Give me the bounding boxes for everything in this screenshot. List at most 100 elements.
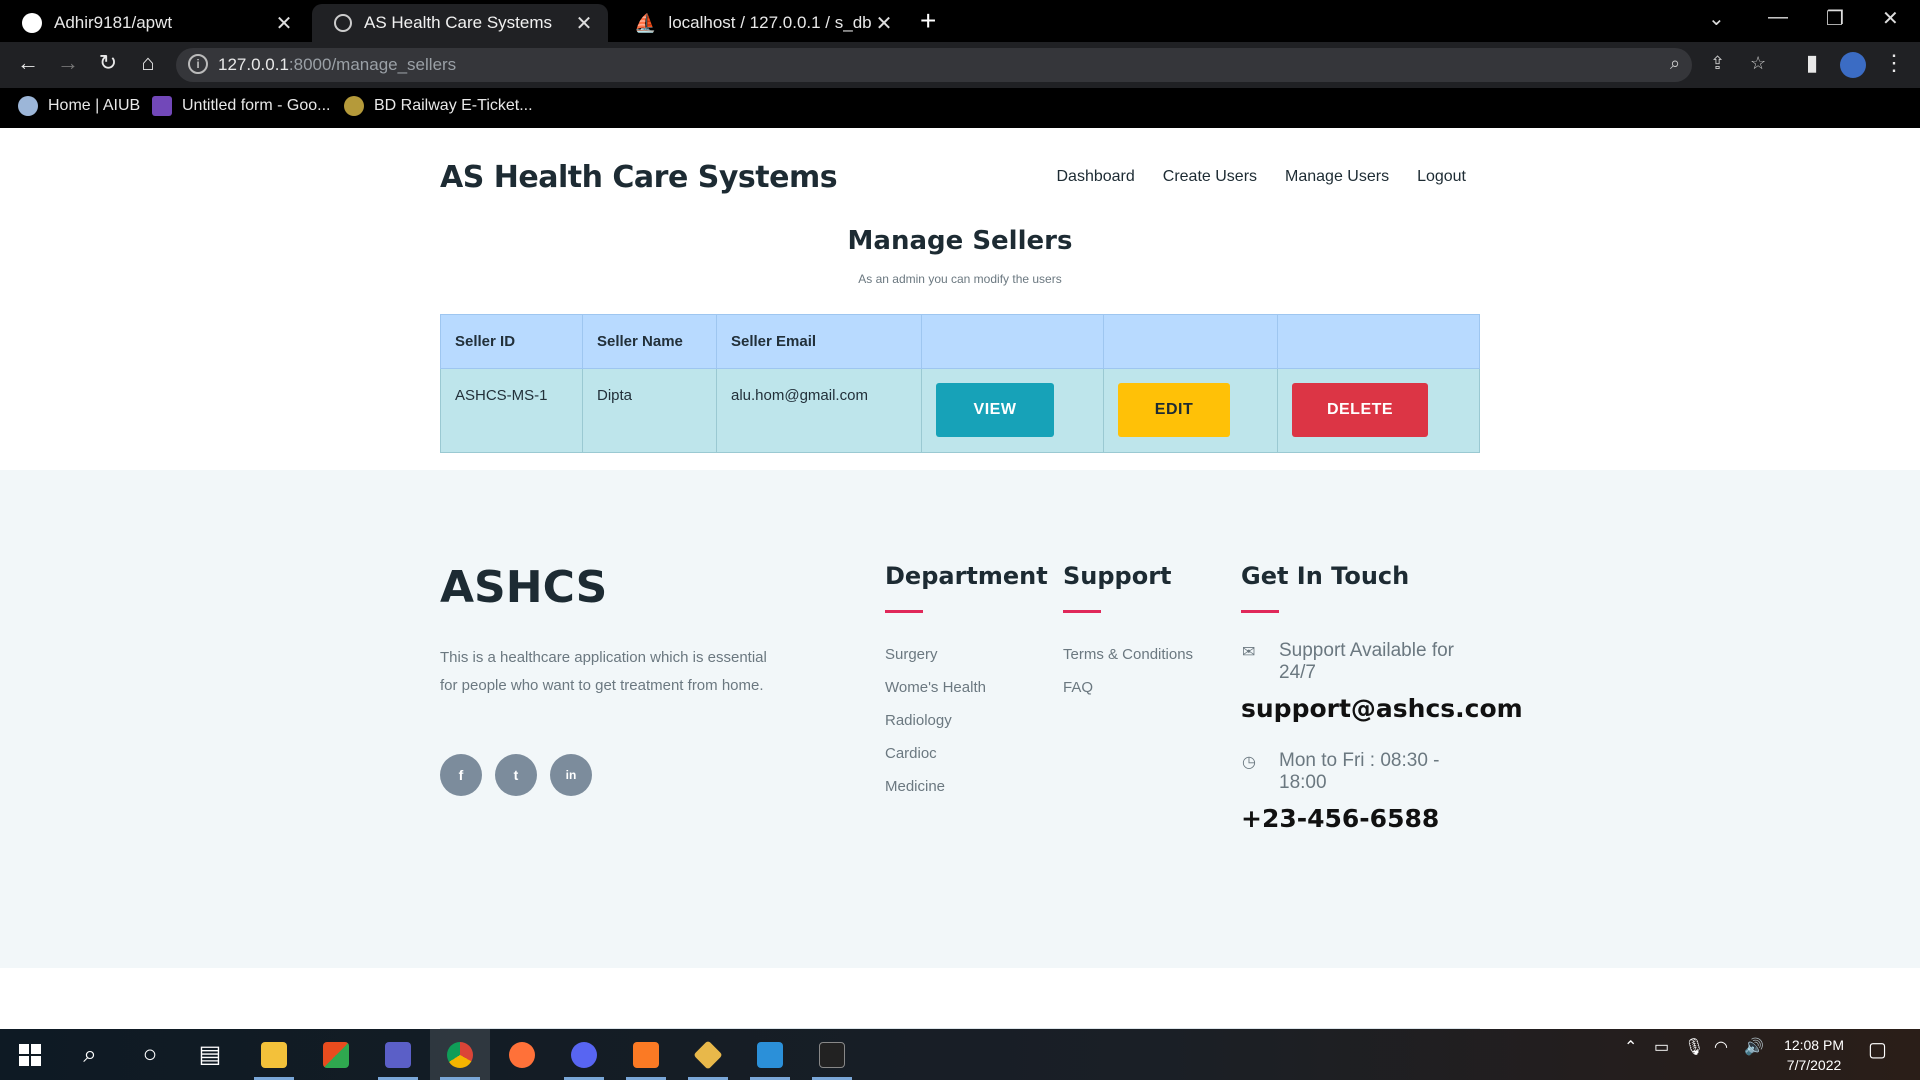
page-title: Manage Sellers bbox=[847, 226, 1073, 256]
col-seller-name: Seller Name bbox=[582, 314, 717, 369]
clock-icon: ◷ bbox=[1242, 754, 1256, 771]
chrome-icon[interactable] bbox=[430, 1029, 490, 1080]
restore-button[interactable]: ❐ bbox=[1826, 6, 1844, 31]
clock-time: 12:08 PM bbox=[1784, 1037, 1844, 1053]
cell-delete: DELETE bbox=[1277, 368, 1480, 453]
tab-title: AS Health Care Systems bbox=[364, 13, 553, 32]
support-links: Terms & Conditions FAQ bbox=[1063, 646, 1193, 712]
discord-icon[interactable] bbox=[554, 1029, 614, 1080]
tab-github[interactable]: Adhir9181/apwt ✕ bbox=[0, 4, 308, 42]
nav-create-users[interactable]: Create Users bbox=[1163, 168, 1257, 186]
bookmark-label: Untitled form - Goo... bbox=[182, 97, 331, 114]
footer-description: This is a healthcare application which i… bbox=[440, 649, 767, 694]
system-clock[interactable]: 12:08 PM 7/7/2022 bbox=[1784, 1035, 1844, 1075]
office-hours: Mon to Fri : 08:30 - 18:00 bbox=[1279, 750, 1440, 793]
bookmark-bd-railway[interactable]: BD Railway E-Ticket... bbox=[344, 96, 533, 116]
tab-search-icon[interactable]: ⌄ bbox=[1708, 6, 1725, 31]
cell-edit: EDIT bbox=[1103, 368, 1278, 453]
facebook-icon[interactable]: f bbox=[440, 754, 482, 796]
col-seller-email: Seller Email bbox=[716, 314, 922, 369]
reload-icon[interactable]: ↻ bbox=[94, 50, 122, 76]
department-title: Department bbox=[885, 562, 1048, 590]
profile-avatar[interactable] bbox=[1840, 52, 1866, 78]
tab-phpmyadmin[interactable]: ⛵ localhost / 127.0.0.1 / s_db / adm ✕ bbox=[612, 4, 908, 42]
close-icon[interactable]: ✕ bbox=[274, 11, 294, 36]
view-button[interactable]: VIEW bbox=[936, 383, 1054, 437]
tray-overflow-icon[interactable]: ⌃ bbox=[1624, 1037, 1637, 1057]
cortana-icon[interactable]: ○ bbox=[120, 1029, 180, 1080]
xampp-icon[interactable] bbox=[616, 1029, 676, 1080]
twitter-icon[interactable]: t bbox=[495, 754, 537, 796]
support-note: Support Available for 24/7 bbox=[1279, 640, 1454, 683]
back-icon[interactable]: ← bbox=[14, 50, 42, 76]
nav-manage-users[interactable]: Manage Users bbox=[1285, 168, 1389, 186]
bookmark-star-icon[interactable]: ☆ bbox=[1750, 53, 1766, 74]
web-page: AS Health Care Systems Dashboard Create … bbox=[0, 128, 1920, 1029]
git-icon[interactable] bbox=[678, 1029, 738, 1080]
site-info-icon[interactable]: i bbox=[188, 54, 208, 74]
contact-title: Get In Touch bbox=[1241, 562, 1410, 590]
link-medicine[interactable]: Medicine bbox=[885, 778, 986, 811]
department-links: Surgery Wome's Health Radiology Cardioc … bbox=[885, 646, 986, 811]
cell-seller-id: ASHCS-MS-1 bbox=[440, 368, 583, 453]
office-icon[interactable] bbox=[306, 1029, 366, 1080]
support-underline bbox=[1063, 610, 1101, 613]
link-cardioc[interactable]: Cardioc bbox=[885, 745, 986, 778]
address-bar[interactable]: i 127.0.0.1:8000/manage_sellers ⌕ ⇪ ☆ bbox=[176, 48, 1766, 82]
notification-icon[interactable]: ▢ bbox=[1868, 1037, 1887, 1062]
delete-button[interactable]: DELETE bbox=[1292, 383, 1428, 437]
home-icon[interactable]: ⌂ bbox=[134, 50, 162, 76]
tab-title: Adhir9181/apwt bbox=[54, 13, 173, 32]
bookmark-google-form[interactable]: Untitled form - Goo... bbox=[152, 96, 331, 116]
address-toolbar: ← → ↻ ⌂ i 127.0.0.1:8000/manage_sellers … bbox=[0, 42, 1920, 88]
teams-icon[interactable] bbox=[368, 1029, 428, 1080]
linkedin-icon[interactable]: in bbox=[550, 754, 592, 796]
wifi-icon[interactable]: ◠ bbox=[1714, 1037, 1728, 1057]
link-surgery[interactable]: Surgery bbox=[885, 646, 986, 679]
edit-button[interactable]: EDIT bbox=[1118, 383, 1230, 437]
nav-logout[interactable]: Logout bbox=[1417, 168, 1466, 186]
start-button[interactable] bbox=[0, 1029, 60, 1080]
bookmark-aiub[interactable]: Home | AIUB bbox=[18, 96, 140, 116]
link-faq[interactable]: FAQ bbox=[1063, 679, 1193, 712]
microphone-icon[interactable]: 🎙 bbox=[1684, 1037, 1704, 1057]
volume-icon[interactable]: 🔊 bbox=[1744, 1037, 1764, 1057]
tab-title: localhost / 127.0.0.1 / s_db / adm bbox=[668, 13, 874, 32]
task-view-icon[interactable]: ▤ bbox=[180, 1029, 240, 1080]
side-panel-icon[interactable]: ▮ bbox=[1798, 50, 1826, 76]
google-forms-icon bbox=[152, 96, 172, 116]
share-icon[interactable]: ⇪ bbox=[1710, 53, 1725, 74]
railway-icon bbox=[344, 96, 364, 116]
phpmyadmin-icon: ⛵ bbox=[634, 12, 657, 33]
close-icon[interactable]: ✕ bbox=[574, 11, 594, 36]
support-phone[interactable]: +23-456-6588 bbox=[1241, 804, 1439, 833]
tab-as-health-care[interactable]: AS Health Care Systems ✕ bbox=[312, 4, 608, 42]
main-nav: Dashboard Create Users Manage Users Logo… bbox=[1056, 168, 1466, 186]
file-explorer-icon[interactable] bbox=[244, 1029, 304, 1080]
zoom-icon[interactable]: ⌕ bbox=[1670, 53, 1680, 74]
site-footer: ASHCS This is a healthcare application w… bbox=[0, 470, 1920, 1029]
forward-icon[interactable]: → bbox=[54, 50, 82, 76]
url-text: 127.0.0.1:8000/manage_sellers bbox=[218, 55, 456, 75]
col-seller-id: Seller ID bbox=[440, 314, 583, 369]
menu-icon[interactable]: ⋮ bbox=[1880, 50, 1908, 76]
terminal-icon[interactable] bbox=[802, 1029, 862, 1080]
link-womens-health[interactable]: Wome's Health bbox=[885, 679, 986, 712]
vscode-icon[interactable] bbox=[740, 1029, 800, 1080]
link-terms[interactable]: Terms & Conditions bbox=[1063, 646, 1193, 679]
clock-date: 7/7/2022 bbox=[1786, 1057, 1842, 1073]
firefox-icon[interactable] bbox=[492, 1029, 552, 1080]
close-icon[interactable]: ✕ bbox=[874, 11, 894, 36]
link-radiology[interactable]: Radiology bbox=[885, 712, 986, 745]
url-path: :8000/manage_sellers bbox=[288, 55, 457, 74]
support-email[interactable]: support@ashcs.com bbox=[1241, 694, 1523, 723]
battery-icon[interactable]: ▭ bbox=[1654, 1037, 1669, 1057]
nav-dashboard[interactable]: Dashboard bbox=[1056, 168, 1134, 186]
search-icon[interactable]: ⌕ bbox=[60, 1029, 120, 1080]
close-window-button[interactable]: ✕ bbox=[1882, 6, 1899, 31]
minimize-button[interactable]: — bbox=[1768, 6, 1788, 29]
new-tab-button[interactable]: + bbox=[920, 6, 936, 36]
cell-seller-name: Dipta bbox=[582, 368, 717, 453]
site-brand[interactable]: AS Health Care Systems bbox=[440, 160, 838, 195]
support-title: Support bbox=[1063, 562, 1172, 590]
